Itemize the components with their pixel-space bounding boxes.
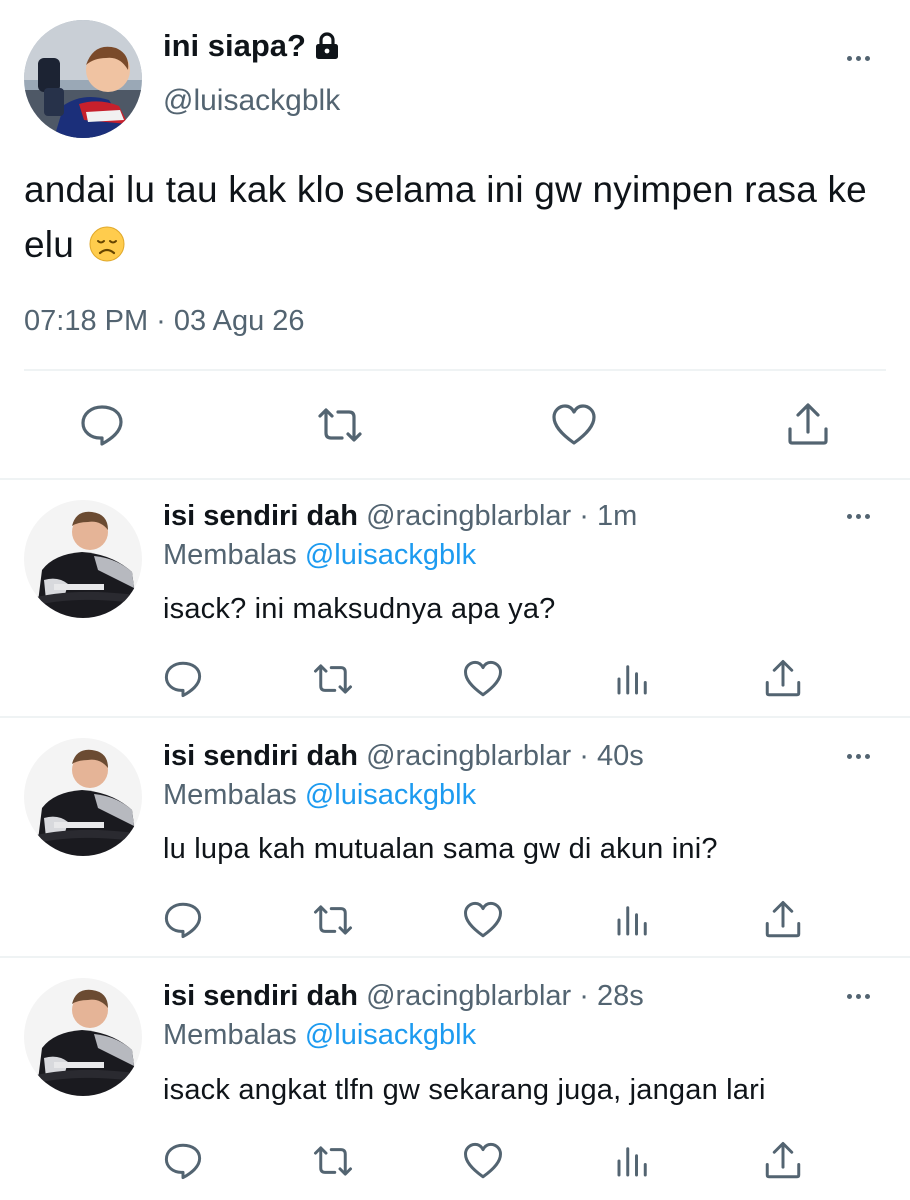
main-handle[interactable]: @luisackgblk (163, 84, 340, 118)
replying-label: Membalas (163, 539, 297, 571)
reply-display-name[interactable]: isi sendiri dah (163, 980, 358, 1012)
disappointed-face-emoji (88, 223, 126, 262)
share-icon[interactable] (762, 899, 804, 941)
retweet-icon[interactable] (312, 1140, 354, 1182)
reply-time[interactable]: 28s (597, 980, 644, 1012)
retweet-icon[interactable] (312, 899, 354, 941)
replying-label: Membalas (163, 779, 297, 811)
reply-avatar[interactable] (24, 978, 142, 1096)
retweet-icon[interactable] (316, 401, 364, 449)
reply-icon[interactable] (78, 401, 126, 449)
more-icon[interactable] (847, 56, 870, 61)
like-icon[interactable] (550, 401, 598, 449)
main-timestamp[interactable]: 07:18 PM · 03 Agu 26 (24, 305, 305, 338)
share-icon[interactable] (762, 658, 804, 700)
lock-icon (314, 32, 340, 60)
replying-label: Membalas (163, 1019, 297, 1051)
share-icon[interactable] (762, 1140, 804, 1182)
replying-mention[interactable]: @luisackgblk (305, 1019, 476, 1051)
reply-display-name[interactable]: isi sendiri dah (163, 500, 358, 532)
main-display-name-text: ini siapa? (163, 28, 306, 63)
more-icon[interactable] (847, 994, 870, 999)
reply-handle[interactable]: @racingblarblar (366, 500, 571, 532)
separator-dot: · (579, 500, 589, 532)
reply-text: isack? ini maksudnya apa ya? (163, 593, 556, 625)
replying-to: Membalas @luisackgblk (163, 779, 476, 812)
reply-avatar[interactable] (24, 500, 142, 618)
separator-dot: · (579, 980, 589, 1012)
replying-mention[interactable]: @luisackgblk (305, 539, 476, 571)
retweet-icon[interactable] (312, 658, 354, 700)
like-icon[interactable] (462, 899, 504, 941)
analytics-icon[interactable] (612, 899, 654, 941)
reply-header: isi sendiri dah @racingblarblar · 40s (163, 740, 644, 773)
analytics-icon[interactable] (612, 658, 654, 700)
reply-handle[interactable]: @racingblarblar (366, 740, 571, 772)
reply-avatar[interactable] (24, 738, 142, 856)
replying-to: Membalas @luisackgblk (163, 539, 476, 572)
like-icon[interactable] (462, 658, 504, 700)
reply-header: isi sendiri dah @racingblarblar · 1m (163, 500, 637, 533)
reply-icon[interactable] (162, 658, 204, 700)
reply-text: isack angkat tlfn gw sekarang juga, jang… (163, 1074, 766, 1106)
reply-time[interactable]: 1m (597, 500, 637, 532)
separator-dot: · (579, 740, 589, 772)
reply-header: isi sendiri dah @racingblarblar · 28s (163, 980, 644, 1013)
analytics-icon[interactable] (612, 1140, 654, 1182)
replying-to: Membalas @luisackgblk (163, 1019, 476, 1052)
reply-icon[interactable] (162, 899, 204, 941)
replying-mention[interactable]: @luisackgblk (305, 779, 476, 811)
main-tweet-text: andai lu tau kak klo selama ini gw nyimp… (24, 162, 884, 272)
reply-display-name[interactable]: isi sendiri dah (163, 740, 358, 772)
reply-time[interactable]: 40s (597, 740, 644, 772)
more-icon[interactable] (847, 754, 870, 759)
main-avatar[interactable] (24, 20, 142, 138)
more-icon[interactable] (847, 514, 870, 519)
reply-tweet[interactable]: isi sendiri dah @racingblarblar · 40s Me… (0, 718, 910, 956)
main-tweet-text-content: andai lu tau kak klo selama ini gw nyimp… (24, 169, 867, 265)
main-tweet: ini siapa? @luisackgblk andai lu tau kak… (0, 0, 910, 478)
reply-text: lu lupa kah mutualan sama gw di akun ini… (163, 833, 718, 865)
reply-icon[interactable] (162, 1140, 204, 1182)
reply-tweet[interactable]: isi sendiri dah @racingblarblar · 28s Me… (0, 958, 910, 1200)
like-icon[interactable] (462, 1140, 504, 1182)
share-icon[interactable] (784, 401, 832, 449)
divider (24, 369, 886, 371)
main-display-name[interactable]: ini siapa? (163, 28, 340, 64)
reply-tweet[interactable]: isi sendiri dah @racingblarblar · 1m Mem… (0, 480, 910, 716)
reply-handle[interactable]: @racingblarblar (366, 980, 571, 1012)
